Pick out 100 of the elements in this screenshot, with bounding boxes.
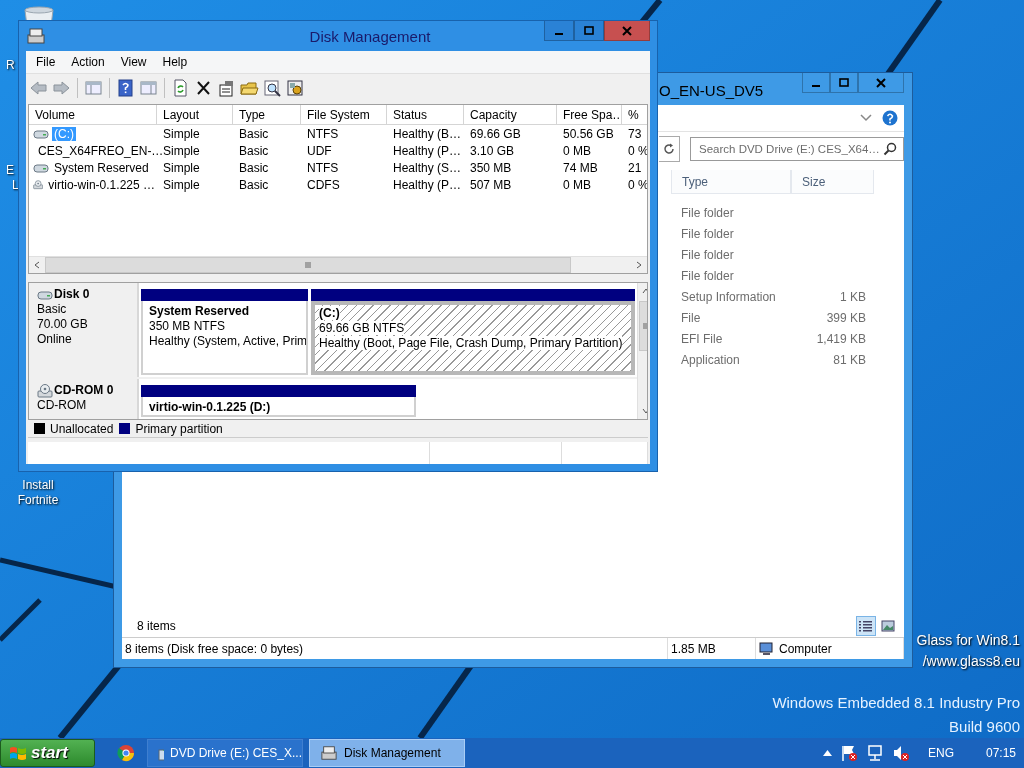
minimize-button[interactable] [544,21,574,41]
cd-drive-icon [37,383,53,398]
delete-icon[interactable] [194,79,213,97]
help-icon[interactable] [882,110,898,126]
item-count: 8 items [137,619,176,633]
network-icon[interactable] [865,744,884,762]
desktop-icon-label[interactable]: L [12,178,19,193]
close-button[interactable] [604,21,650,41]
table-cell-text: 507 MB [469,177,513,192]
disk-info: 70.00 GB [37,317,89,332]
maximize-icon [584,25,594,36]
column-header[interactable]: Capacity [464,105,557,124]
taskbar-button[interactable]: Disk Management [309,739,465,767]
table-cell-text: NTFS [306,160,340,175]
disk-drive-icon [26,27,46,45]
partition-status: Healthy (Boot, Page File, Crash Dump, Primary Partition) [319,336,623,350]
table-cell-text: NTFS [306,126,340,141]
refresh-icon [663,143,675,155]
table-cell-text: Basic [238,177,270,192]
column-header[interactable]: % [622,105,647,124]
table-cell-text: Setup Information [680,289,777,304]
maximize-icon [839,77,849,88]
desktop-icon-label[interactable]: E [6,163,14,178]
browser-icon[interactable] [117,744,135,762]
grip-icon[interactable] [304,261,312,269]
image-icon [881,620,895,632]
disk-name: Disk 0 [54,287,90,302]
window-title: Disk Management [308,27,432,45]
menu-item[interactable]: Action [63,55,113,69]
column-header[interactable]: File System [301,105,387,124]
disk-info: Online [37,332,73,347]
legend-label: Primary partition [135,421,223,436]
desktop-icon-label[interactable]: R [6,58,15,73]
close-button[interactable] [858,73,904,93]
horizontal-scrollbar[interactable] [29,256,647,273]
column-header[interactable]: Size [791,170,874,194]
computer-icon [759,641,775,656]
table-cell-text: File folder [680,205,735,220]
table-cell-text: Basic [238,143,270,158]
table-cell-text: 81 KB [832,352,867,367]
table-cell-text: 73 [627,126,643,141]
partition-box[interactable]: virtio-win-0.1.225 (D:) [141,397,416,417]
flag-icon[interactable] [839,744,858,762]
search-field[interactable]: Search DVD Drive (E:) CES_X64… [690,137,904,161]
maximize-button[interactable] [830,73,858,93]
column-header[interactable]: Type [233,105,301,124]
window-title: O_EN-US_DV5 [659,81,764,99]
table-cell-text: 399 KB [825,310,867,325]
show-hidden-icons-icon[interactable] [822,750,832,756]
minimize-button[interactable] [802,73,830,93]
column-header[interactable]: Status [387,105,464,124]
muted-speaker-icon[interactable] [891,744,910,762]
disk-info: Basic [37,302,68,317]
minimize-icon [555,32,563,35]
table-cell-text: 0 MB [562,143,592,158]
menu-item[interactable]: Help [154,55,196,69]
column-header[interactable]: Free Spa… [557,105,622,124]
table-cell-text: Healthy (P… [392,177,463,192]
status-text: 8 items (Disk free space: 0 bytes) [122,638,668,659]
partition-size: 350 MB NTFS [149,319,226,333]
partition-box[interactable]: System Reserved 350 MB NTFS Healthy (System, Active, Prim [141,301,308,375]
clock[interactable]: 07:15 [985,746,1016,760]
status-text: 1.85 MB [668,638,756,659]
table-cell-text: 1 KB [839,289,867,304]
chevron-icon[interactable] [860,114,872,122]
partition-title: (C:) [319,306,340,320]
table-cell-text: 69.66 GB [469,126,522,141]
settings-icon[interactable] [286,79,305,97]
drive-label[interactable]: virtio-win-0.1.225 … [46,177,157,192]
taskbar-button[interactable]: DVD Drive (E:) CES_X... [147,739,303,767]
menu-item[interactable]: View [112,55,155,69]
details-view-button[interactable] [856,616,876,636]
magnifier-icon[interactable] [263,79,282,97]
watermark-text: /www.glass8.eu [922,653,1020,669]
search-icon [883,142,897,156]
cd-drive-icon [33,177,44,192]
minimize-icon [812,84,820,87]
maximize-button[interactable] [574,21,604,41]
partition-box[interactable]: (C:) 69.66 GB NTFS Healthy (Boot, Page File, Crash Dump, Primary Partition) [311,301,635,375]
close-icon [622,25,632,36]
refresh-button[interactable] [659,136,680,162]
column-header[interactable]: Layout [157,105,233,124]
column-header[interactable]: Type [671,170,791,194]
list-icon [859,620,873,632]
table-cell-text: File folder [680,226,735,241]
table-cell-text: 0 MB [562,177,592,192]
language-indicator[interactable]: ENG [927,746,978,760]
drive-label[interactable]: System Reserved [52,160,151,175]
table-cell-text: Basic [238,160,270,175]
menu-item[interactable]: File [28,55,64,69]
watermark-text: Windows Embedded 8.1 Industry Pro [772,694,1020,711]
properties-icon[interactable] [217,79,236,97]
table-cell-text: 350 MB [469,160,513,175]
help-icon[interactable] [116,79,135,97]
table-cell-text: 50.56 GB [562,126,615,141]
windows-flag-icon [9,745,27,761]
column-header[interactable]: Volume [29,105,157,124]
table-cell-text: File [680,310,702,325]
refresh-icon[interactable] [171,79,190,97]
desktop-icon-label[interactable]: Install Fortnite [10,478,66,508]
